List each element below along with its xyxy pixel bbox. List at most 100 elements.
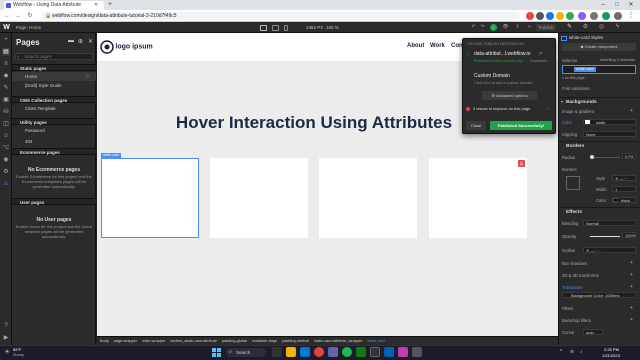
add-filter-icon[interactable]: + bbox=[630, 305, 633, 311]
effects-section[interactable]: Effects bbox=[558, 207, 640, 216]
unpublish-link[interactable]: Unpublish bbox=[530, 59, 547, 63]
breadcrumb-item[interactable]: section_static-card-attribute bbox=[170, 339, 217, 343]
search-pages-input[interactable]: Search pages bbox=[15, 53, 93, 60]
border-style-buttons[interactable]: ✕ — ┄ bbox=[612, 175, 636, 181]
breadcrumb-item[interactable]: page-wrapper bbox=[114, 339, 137, 343]
volume-icon[interactable]: ♪ bbox=[580, 349, 583, 355]
page-item-404[interactable]: 404 bbox=[12, 137, 96, 146]
profile-avatar[interactable] bbox=[614, 12, 622, 20]
breadcrumb-item[interactable]: Body bbox=[100, 339, 109, 343]
custom-domain-desc[interactable]: Click here to add a custom domain bbox=[474, 81, 532, 85]
bg-color-field[interactable]: white bbox=[583, 119, 636, 125]
zoom-level[interactable]: 100 % bbox=[326, 25, 339, 30]
tray-chevron-icon[interactable]: ^ bbox=[560, 349, 562, 355]
assets-icon[interactable]: ▣ bbox=[2, 96, 10, 104]
radius-slider-handle[interactable] bbox=[590, 155, 594, 159]
add-page-icon[interactable]: ⊕ bbox=[78, 38, 83, 45]
breadcrumb-item-current[interactable]: white-card bbox=[367, 339, 385, 343]
new-tab-icon[interactable]: + bbox=[106, 1, 114, 9]
reload-icon[interactable]: ↻ bbox=[25, 10, 35, 22]
breadcrumb-item[interactable]: static-card-attribute_wrapper bbox=[314, 339, 362, 343]
opacity-slider[interactable] bbox=[590, 236, 620, 237]
borders-section[interactable]: Borders bbox=[558, 141, 640, 150]
settings-panel-icon[interactable]: ⚙ bbox=[582, 24, 589, 31]
close-window-icon[interactable]: ✕ bbox=[624, 0, 638, 10]
page-item-cities-template[interactable]: Cities Template bbox=[12, 104, 96, 113]
extension-icon[interactable] bbox=[602, 12, 610, 20]
back-icon[interactable]: ← bbox=[2, 10, 12, 22]
logic-icon[interactable]: ⌥ bbox=[2, 144, 10, 152]
browser-menu-icon[interactable]: ⋮ bbox=[626, 10, 636, 22]
outline-buttons[interactable]: ✕ — ┄ ·· bbox=[583, 247, 636, 253]
custom-domain-title[interactable]: Custom Domain bbox=[474, 73, 510, 79]
clipping-select[interactable]: None bbox=[583, 131, 636, 137]
backgrounds-section[interactable]: Backgrounds bbox=[558, 97, 640, 106]
advanced-options-button[interactable]: ⚙ Advanced options bbox=[482, 91, 537, 100]
file-explorer-icon[interactable] bbox=[286, 347, 296, 357]
external-link-icon[interactable]: ↗ bbox=[538, 51, 542, 57]
blending-select[interactable]: Normal bbox=[583, 220, 636, 226]
extension-icon[interactable] bbox=[536, 12, 544, 20]
issues-text[interactable]: 2 issues to improve on this page bbox=[473, 106, 530, 111]
extension-icon[interactable] bbox=[556, 12, 564, 20]
tab-close-icon[interactable]: ✕ bbox=[92, 1, 100, 9]
chevron-right-icon[interactable]: › bbox=[548, 106, 549, 111]
page-item-home[interactable]: Home bbox=[12, 72, 96, 81]
cms-pages-section[interactable]: CMS Collection pages bbox=[12, 96, 96, 103]
nav-link-contact[interactable]: Con bbox=[451, 43, 463, 49]
app-icon[interactable] bbox=[370, 347, 380, 357]
white-card[interactable] bbox=[429, 158, 527, 238]
cursor-select[interactable]: auto bbox=[583, 329, 603, 335]
wifi-icon[interactable]: ≋ bbox=[570, 349, 574, 355]
share-icon[interactable]: ⇪ bbox=[514, 24, 521, 31]
audit-icon[interactable]: ⚠ bbox=[2, 180, 10, 188]
forward-icon[interactable]: → bbox=[13, 10, 23, 22]
inheriting-label[interactable]: Inheriting 2 selectors bbox=[600, 58, 635, 62]
style-manager-icon[interactable]: ◎ bbox=[598, 24, 605, 31]
undo-icon[interactable]: ↶ bbox=[470, 24, 477, 31]
add-shadow-icon[interactable]: + bbox=[630, 260, 633, 266]
app-icon[interactable] bbox=[412, 347, 422, 357]
pages-icon[interactable]: ▤ bbox=[2, 48, 10, 56]
webflow-logo-icon[interactable]: W bbox=[2, 23, 11, 32]
add-transform-icon[interactable]: + bbox=[630, 272, 633, 278]
teams-icon[interactable] bbox=[328, 347, 338, 357]
add-transition-icon[interactable]: + bbox=[630, 284, 633, 290]
clock-date[interactable]: 1/21/2023 bbox=[602, 353, 620, 358]
help-icon[interactable]: ? bbox=[2, 322, 10, 330]
white-card[interactable] bbox=[210, 158, 308, 238]
app-icon[interactable] bbox=[356, 347, 366, 357]
checkbox-checked-icon[interactable]: ✓ bbox=[466, 52, 470, 58]
task-view-icon[interactable] bbox=[272, 347, 282, 357]
domain-name[interactable]: data-attribut...l.webflow.io bbox=[474, 51, 530, 57]
extension-icon[interactable] bbox=[566, 12, 574, 20]
user-pages-section[interactable]: User pages bbox=[12, 198, 96, 205]
mobile-view-icon[interactable] bbox=[284, 25, 288, 31]
settings-icon[interactable]: ⚙ bbox=[2, 168, 10, 176]
selector-chip[interactable]: white-card bbox=[574, 67, 596, 72]
video-tutorial-icon[interactable]: ▶ bbox=[2, 334, 10, 342]
add-background-icon[interactable]: + bbox=[630, 108, 633, 114]
app-icon[interactable] bbox=[398, 347, 408, 357]
style-panel-icon[interactable]: ✎ bbox=[566, 24, 573, 31]
nav-link-about[interactable]: About bbox=[407, 43, 424, 49]
url-field[interactable]: 🔒 webflow.com/design/data-attribute-tuto… bbox=[42, 12, 520, 20]
minimize-icon[interactable]: – bbox=[596, 0, 610, 10]
breadcrumb-item[interactable]: main-wrapper bbox=[142, 339, 165, 343]
create-component-button[interactable]: ◆ Create component bbox=[562, 43, 636, 51]
border-sides-picker[interactable] bbox=[566, 176, 580, 190]
taskbar-search[interactable]: Search bbox=[226, 348, 266, 357]
nav-link-work[interactable]: Work bbox=[430, 43, 445, 49]
breadcrumb-item[interactable]: padding-vertical bbox=[282, 339, 309, 343]
breadcrumb-item[interactable]: container-large bbox=[252, 339, 277, 343]
lastpass-icon[interactable]: ⁂ bbox=[518, 160, 525, 167]
extension-icon[interactable] bbox=[578, 12, 586, 20]
edge-icon[interactable] bbox=[300, 347, 310, 357]
weather-icon[interactable]: ☀ bbox=[4, 348, 10, 356]
site-logo[interactable]: logo ipsum bbox=[100, 40, 153, 54]
page-item-password[interactable]: Password bbox=[12, 126, 96, 135]
users-icon[interactable]: ☺ bbox=[2, 132, 10, 140]
white-card[interactable] bbox=[319, 158, 417, 238]
style-guide-icon[interactable]: ✎ bbox=[2, 84, 10, 92]
maximize-icon[interactable]: □ bbox=[610, 0, 624, 10]
